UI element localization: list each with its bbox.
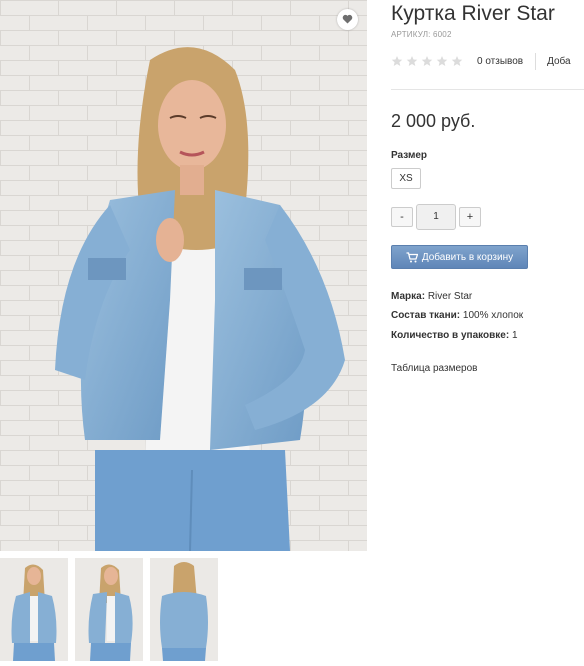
add-review-link[interactable]: Доба <box>547 56 571 67</box>
thumbnail-2[interactable] <box>75 558 143 661</box>
spec-pack-quantity: Количество в упаковке: 1 <box>391 330 518 341</box>
rating-row: 0 отзывов Доба <box>391 52 571 70</box>
star-icon <box>421 55 433 67</box>
thumbnail-1[interactable] <box>0 558 68 661</box>
size-option-xs[interactable]: XS <box>391 168 421 189</box>
spec-value: 1 <box>511 330 518 341</box>
quantity-decrease-button[interactable]: - <box>391 207 413 227</box>
star-icon <box>406 55 418 67</box>
reviews-count-link[interactable]: 0 отзывов <box>477 56 523 67</box>
quantity-increase-button[interactable]: + <box>459 207 481 227</box>
size-table-link[interactable]: Таблица размеров <box>391 363 477 374</box>
product-price: 2 000 руб. <box>391 111 476 131</box>
quantity-input[interactable]: 1 <box>416 204 456 230</box>
thumbnail-3[interactable] <box>150 558 218 661</box>
size-label: Размер <box>391 150 428 161</box>
wishlist-button[interactable] <box>337 9 358 30</box>
divider <box>535 52 537 70</box>
main-product-image[interactable] <box>0 0 367 551</box>
add-to-cart-label: Добавить в корзину <box>421 251 514 263</box>
cart-icon <box>406 251 418 263</box>
product-title: Куртка River Star <box>391 2 555 25</box>
star-icon <box>451 55 463 67</box>
spec-value: 100% хлопок <box>462 310 524 321</box>
spec-brand: Марка: River Star <box>391 291 472 302</box>
spec-fabric: Состав ткани: 100% хлопок <box>391 310 523 321</box>
spec-value: River Star <box>427 291 473 302</box>
product-sku: АРТИКУЛ: 6002 <box>391 30 452 39</box>
divider-line <box>391 89 584 90</box>
spec-label: Марка: <box>391 291 426 302</box>
spec-label: Количество в упаковке: <box>391 330 510 341</box>
star-icon <box>391 55 403 67</box>
star-icon <box>436 55 448 67</box>
rating-stars[interactable] <box>391 55 463 67</box>
spec-label: Состав ткани: <box>391 310 461 321</box>
heart-icon <box>342 11 353 29</box>
add-to-cart-button[interactable]: Добавить в корзину <box>391 245 528 269</box>
